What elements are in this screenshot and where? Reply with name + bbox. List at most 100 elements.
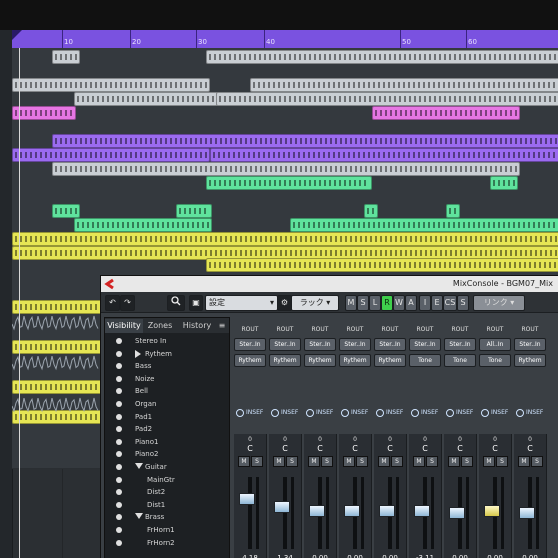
midi-event[interactable] <box>12 148 210 162</box>
midi-event[interactable] <box>210 148 558 162</box>
midi-event[interactable] <box>206 258 558 272</box>
visibility-toggle-icon[interactable] <box>116 401 122 407</box>
sends-view-button[interactable]: S <box>457 295 469 311</box>
menu-icon[interactable]: ≡ <box>217 319 227 333</box>
input-routing-select[interactable]: Ster..In <box>409 338 441 351</box>
volume-readout[interactable]: 0.00 <box>514 554 546 558</box>
midi-event[interactable] <box>12 78 210 92</box>
insert-bypass-icon[interactable] <box>446 409 454 417</box>
pan-knob[interactable]: C <box>479 444 511 453</box>
midi-event[interactable] <box>216 92 558 106</box>
visibility-toggle-icon[interactable] <box>116 489 122 496</box>
insert-slot[interactable]: INSEF <box>516 408 548 417</box>
mute-button[interactable]: M <box>343 456 355 467</box>
insert-bypass-icon[interactable] <box>411 409 419 417</box>
midi-event[interactable] <box>490 176 518 190</box>
volume-fader[interactable] <box>414 504 430 517</box>
mute-button[interactable]: M <box>518 456 530 467</box>
playhead-cursor[interactable] <box>19 48 20 558</box>
insert-bypass-icon[interactable] <box>481 409 489 417</box>
midi-event[interactable] <box>52 204 80 218</box>
output-routing-select[interactable]: Rythem <box>304 354 336 367</box>
visibility-item[interactable]: Dist1 <box>105 499 229 512</box>
inserts-view-button[interactable]: I <box>419 295 431 311</box>
visibility-toggle-icon[interactable] <box>116 350 122 357</box>
midi-event[interactable] <box>176 204 212 218</box>
visibility-toggle-icon[interactable] <box>116 363 122 370</box>
volume-readout[interactable]: 0.00 <box>444 554 476 558</box>
volume-fader[interactable] <box>309 504 325 517</box>
insert-slot[interactable]: INSEF <box>306 408 338 417</box>
output-routing-select[interactable]: Rythem <box>374 354 406 367</box>
pan-knob[interactable]: C <box>269 444 301 453</box>
volume-readout[interactable]: 1.34 <box>269 554 301 558</box>
visibility-toggle-icon[interactable] <box>116 527 122 533</box>
midi-event[interactable] <box>250 78 558 92</box>
input-routing-select[interactable]: Ster..In <box>234 338 266 351</box>
solo-button[interactable]: S <box>356 456 368 467</box>
solo-all-button[interactable]: S <box>357 295 369 311</box>
solo-button[interactable]: S <box>286 456 298 467</box>
input-routing-select[interactable]: All..In <box>479 338 511 351</box>
pan-knob[interactable]: C <box>444 444 476 453</box>
mute-button[interactable]: M <box>308 456 320 467</box>
midi-event[interactable] <box>52 134 558 148</box>
tab-zones[interactable]: Zones <box>145 319 175 333</box>
visibility-item[interactable]: Dist2 <box>105 486 229 499</box>
visibility-toggle-icon[interactable] <box>116 338 122 344</box>
insert-slot[interactable]: INSEF <box>481 408 513 417</box>
solo-button[interactable]: S <box>251 456 263 467</box>
automation-button[interactable]: A <box>405 295 417 311</box>
mute-button[interactable]: M <box>413 456 425 467</box>
midi-event[interactable] <box>12 232 558 246</box>
search-button[interactable] <box>167 295 185 311</box>
read-button[interactable]: R <box>381 295 393 311</box>
output-routing-select[interactable]: Rythem <box>234 354 266 367</box>
solo-button[interactable]: S <box>321 456 333 467</box>
volume-fader[interactable] <box>274 500 290 513</box>
volume-fader[interactable] <box>239 492 255 505</box>
output-routing-select[interactable]: Rythem <box>514 354 546 367</box>
solo-button[interactable]: S <box>496 456 508 467</box>
insert-bypass-icon[interactable] <box>341 409 349 417</box>
visibility-toggle-icon[interactable] <box>116 375 122 382</box>
volume-fader[interactable] <box>379 504 395 517</box>
insert-bypass-icon[interactable] <box>236 409 244 417</box>
visibility-item[interactable]: Pad1 <box>105 411 229 424</box>
visibility-item[interactable]: FrHorn1 <box>105 524 229 537</box>
insert-bypass-icon[interactable] <box>271 409 279 417</box>
insert-slot[interactable]: INSEF <box>271 408 303 417</box>
mute-button[interactable]: M <box>483 456 495 467</box>
visibility-item[interactable]: Guitar <box>105 461 229 474</box>
visibility-toggle-icon[interactable] <box>116 539 122 546</box>
insert-slot[interactable]: INSEF <box>341 408 373 417</box>
visibility-toggle-icon[interactable] <box>116 476 122 483</box>
visibility-toggle-icon[interactable] <box>116 438 122 445</box>
midi-event[interactable] <box>290 218 558 232</box>
folder-expanded-icon[interactable] <box>135 463 143 469</box>
visibility-item[interactable]: Piano2 <box>105 448 229 461</box>
solo-button[interactable]: S <box>461 456 473 467</box>
pan-knob[interactable]: C <box>339 444 371 453</box>
visibility-toggle-icon[interactable] <box>116 464 122 470</box>
insert-slot[interactable]: INSEF <box>411 408 443 417</box>
output-routing-select[interactable]: Tone <box>479 354 511 367</box>
pan-knob[interactable]: C <box>374 444 406 453</box>
insert-slot[interactable]: INSEF <box>236 408 268 417</box>
insert-slot[interactable]: INSEF <box>446 408 478 417</box>
undo-button[interactable]: ↶ <box>105 295 120 311</box>
volume-fader[interactable] <box>449 506 465 519</box>
visibility-toggle-icon[interactable] <box>116 426 122 433</box>
mute-button[interactable]: M <box>448 456 460 467</box>
folder-collapsed-icon[interactable] <box>135 349 141 358</box>
midi-event[interactable] <box>206 176 372 190</box>
window-layout-icon[interactable]: ▣ <box>189 295 203 311</box>
midi-event[interactable] <box>74 92 218 106</box>
rack-dropdown[interactable]: ラック ▾ <box>291 295 339 311</box>
write-button[interactable]: W <box>393 295 405 311</box>
listen-button[interactable]: L <box>369 295 381 311</box>
left-locator-icon[interactable] <box>12 30 22 48</box>
mute-all-button[interactable]: M <box>345 295 357 311</box>
pan-knob[interactable]: C <box>304 444 336 453</box>
midi-event[interactable] <box>206 50 558 64</box>
